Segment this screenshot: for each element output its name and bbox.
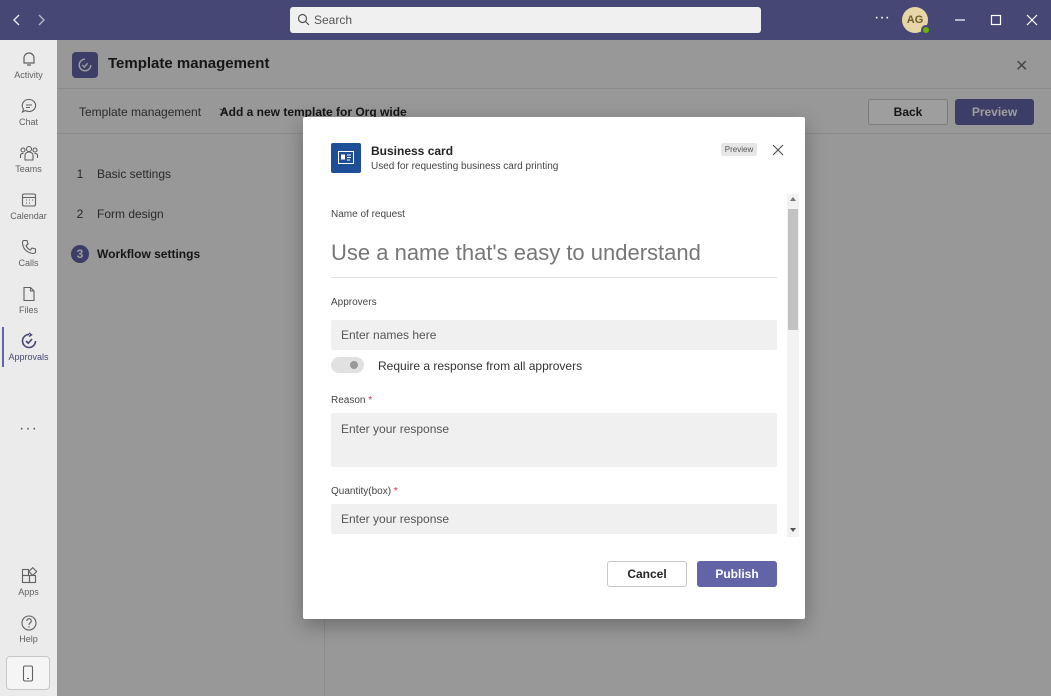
rail-item-label: Activity xyxy=(14,70,43,80)
required-indicator: * xyxy=(368,395,373,406)
reason-label: Reason * xyxy=(331,395,372,406)
dialog-title: Business card xyxy=(371,144,454,158)
chat-icon xyxy=(21,98,36,114)
phone-icon xyxy=(21,239,36,255)
teams-icon xyxy=(19,145,38,161)
toggle-knob xyxy=(350,361,358,369)
presence-available-icon xyxy=(921,25,931,35)
search-input[interactable] xyxy=(314,7,754,33)
rail-item-teams[interactable]: Teams xyxy=(0,139,57,183)
rail-item-help[interactable]: Help xyxy=(0,609,57,653)
rail-item-chat[interactable]: Chat xyxy=(0,92,57,136)
name-of-request-input[interactable] xyxy=(331,229,777,278)
require-all-approvers-label: Require a response from all approvers xyxy=(378,359,583,373)
avatar[interactable]: AG xyxy=(902,7,931,35)
publish-button[interactable]: Publish xyxy=(697,561,777,587)
back-arrow-icon[interactable] xyxy=(8,11,26,29)
cancel-button[interactable]: Cancel xyxy=(607,561,687,587)
rail-item-label: Help xyxy=(19,634,38,644)
more-options-button[interactable]: ··· xyxy=(872,10,892,29)
close-icon[interactable] xyxy=(770,142,786,158)
rail-item-label: Approvals xyxy=(8,352,49,362)
rail-item-label: Calendar xyxy=(10,211,47,221)
quantity-label-text: Quantity(box) xyxy=(331,486,392,497)
app-rail: Activity Chat Teams Calendar Calls Files… xyxy=(0,40,57,696)
rail-item-calls[interactable]: Calls xyxy=(0,233,57,277)
close-window-icon[interactable] xyxy=(1024,12,1040,28)
rail-item-label: Calls xyxy=(18,258,39,268)
file-icon xyxy=(22,286,35,302)
scrollbar-thumb[interactable] xyxy=(788,209,798,330)
business-card-dialog: Business card Used for requesting busine… xyxy=(303,117,805,619)
rail-item-calendar[interactable]: Calendar xyxy=(0,186,57,230)
minimize-icon[interactable] xyxy=(952,12,968,28)
business-card-icon xyxy=(331,143,361,173)
calendar-icon xyxy=(21,193,36,207)
rail-item-activity[interactable]: Activity xyxy=(0,45,57,89)
name-of-request-label: Name of request xyxy=(331,209,405,220)
search-box[interactable] xyxy=(290,7,761,33)
require-all-approvers-toggle[interactable] xyxy=(331,357,364,373)
search-icon xyxy=(297,13,310,26)
rail-item-label: Chat xyxy=(18,117,38,127)
mobile-device-button[interactable] xyxy=(6,656,50,690)
dialog-subtitle: Used for requesting business card printi… xyxy=(371,161,559,172)
quantity-input[interactable] xyxy=(331,504,777,534)
rail-item-label: Files xyxy=(18,305,38,315)
rail-item-approvals[interactable]: Approvals xyxy=(0,327,57,371)
forward-arrow-icon[interactable] xyxy=(32,11,50,29)
approvers-label: Approvers xyxy=(331,297,377,308)
apps-icon xyxy=(21,567,37,584)
more-apps-button[interactable]: ··· xyxy=(0,420,57,438)
title-bar: ··· AG xyxy=(0,0,1051,40)
bell-icon xyxy=(22,52,35,66)
rail-item-files[interactable]: Files xyxy=(0,280,57,324)
approvals-icon xyxy=(21,332,36,349)
scroll-down-arrow-icon[interactable] xyxy=(790,528,796,532)
avatar-initials: AG xyxy=(906,14,924,26)
rail-item-apps[interactable]: Apps xyxy=(0,562,57,606)
rail-item-label: Apps xyxy=(18,587,39,597)
scroll-up-arrow-icon[interactable] xyxy=(790,197,796,201)
help-icon xyxy=(20,615,37,631)
phone-device-icon xyxy=(22,665,34,682)
rail-item-label: Teams xyxy=(15,164,42,174)
form-scrollbar[interactable] xyxy=(787,194,799,537)
maximize-icon[interactable] xyxy=(988,12,1004,28)
reason-textarea[interactable] xyxy=(331,413,777,467)
preview-badge: Preview xyxy=(721,143,757,156)
reason-label-text: Reason xyxy=(331,395,366,406)
required-indicator: * xyxy=(393,486,398,497)
approvers-input[interactable] xyxy=(331,320,777,350)
form-scroll-area[interactable]: Name of request Approvers Require a resp… xyxy=(331,195,777,538)
quantity-label: Quantity(box) * xyxy=(331,486,398,497)
